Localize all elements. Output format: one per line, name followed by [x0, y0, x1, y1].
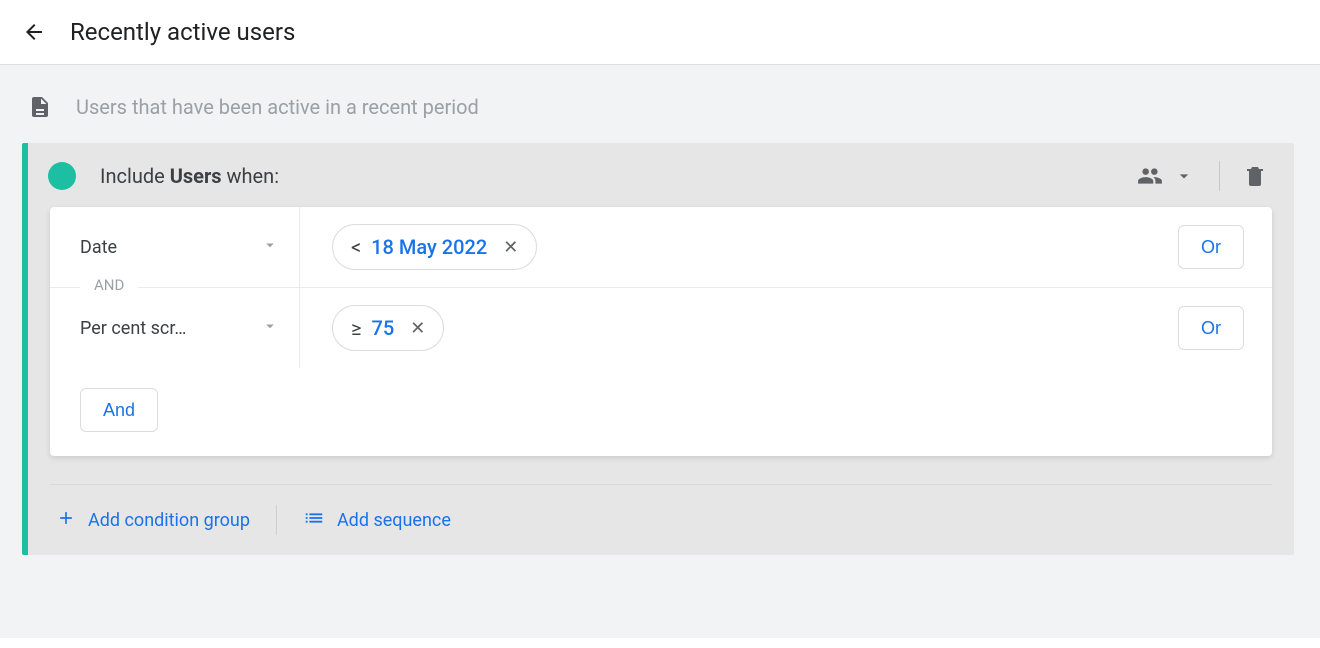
- condition-group-header: Include Users when:: [28, 143, 1294, 207]
- dimension-name: Per cent scr…: [80, 318, 186, 339]
- add-condition-group-label: Add condition group: [88, 510, 250, 531]
- canvas: Users that have been active in a recent …: [0, 65, 1320, 638]
- condition-row: Date < 18 May 2022 ✕ Or: [50, 207, 1272, 287]
- description-text[interactable]: Users that have been active in a recent …: [76, 95, 479, 119]
- add-condition-group-button[interactable]: Add condition group: [56, 508, 250, 533]
- group-header-actions: [1137, 161, 1268, 191]
- clear-chip-icon[interactable]: ✕: [410, 318, 425, 339]
- page-header: Recently active users: [0, 0, 1320, 65]
- caret-down-icon: [261, 317, 279, 339]
- value-column: < 18 May 2022 ✕: [300, 224, 1178, 270]
- filter-value: 75: [371, 316, 394, 340]
- group-title: Include Users when:: [100, 164, 1137, 188]
- back-arrow-icon[interactable]: [22, 20, 46, 44]
- conditions-card: Date < 18 May 2022 ✕ Or AND Pe: [50, 207, 1272, 456]
- add-condition-row: And: [50, 368, 1272, 456]
- dimension-name: Date: [80, 237, 117, 258]
- plus-icon: [56, 508, 76, 533]
- condition-row: AND Per cent scr… ≥ 75 ✕ Or: [50, 287, 1272, 368]
- footer-separator: [276, 505, 277, 535]
- include-indicator-icon: [48, 162, 76, 190]
- page-title: Recently active users: [70, 18, 295, 46]
- delete-icon[interactable]: [1242, 163, 1268, 189]
- include-prefix: Include: [100, 164, 170, 188]
- add-sequence-label: Add sequence: [337, 510, 451, 531]
- or-button[interactable]: Or: [1178, 306, 1244, 350]
- clear-chip-icon[interactable]: ✕: [503, 237, 518, 258]
- people-icon[interactable]: [1137, 163, 1163, 189]
- include-suffix: when:: [222, 164, 280, 188]
- condition-group: Include Users when: Date: [22, 143, 1294, 555]
- group-footer-actions: Add condition group Add sequence: [50, 484, 1272, 555]
- and-connector: AND: [80, 276, 138, 294]
- filter-value: 18 May 2022: [371, 235, 487, 259]
- filter-chip[interactable]: < 18 May 2022 ✕: [332, 224, 537, 270]
- value-column: ≥ 75 ✕: [300, 305, 1178, 351]
- or-button[interactable]: Or: [1178, 225, 1244, 269]
- chevron-down-icon[interactable]: [1171, 163, 1197, 189]
- header-separator: [1219, 161, 1220, 191]
- and-button[interactable]: And: [80, 388, 158, 432]
- sequence-icon: [303, 507, 325, 534]
- description-file-icon: [28, 95, 52, 119]
- description-row: Users that have been active in a recent …: [0, 65, 1320, 143]
- scope-word[interactable]: Users: [170, 164, 222, 188]
- operator: ≥: [351, 316, 361, 340]
- add-sequence-button[interactable]: Add sequence: [303, 507, 451, 534]
- dimension-picker[interactable]: Per cent scr…: [50, 288, 300, 368]
- operator: <: [351, 235, 361, 259]
- filter-chip[interactable]: ≥ 75 ✕: [332, 305, 444, 351]
- caret-down-icon: [261, 236, 279, 258]
- dimension-picker[interactable]: Date: [50, 207, 300, 287]
